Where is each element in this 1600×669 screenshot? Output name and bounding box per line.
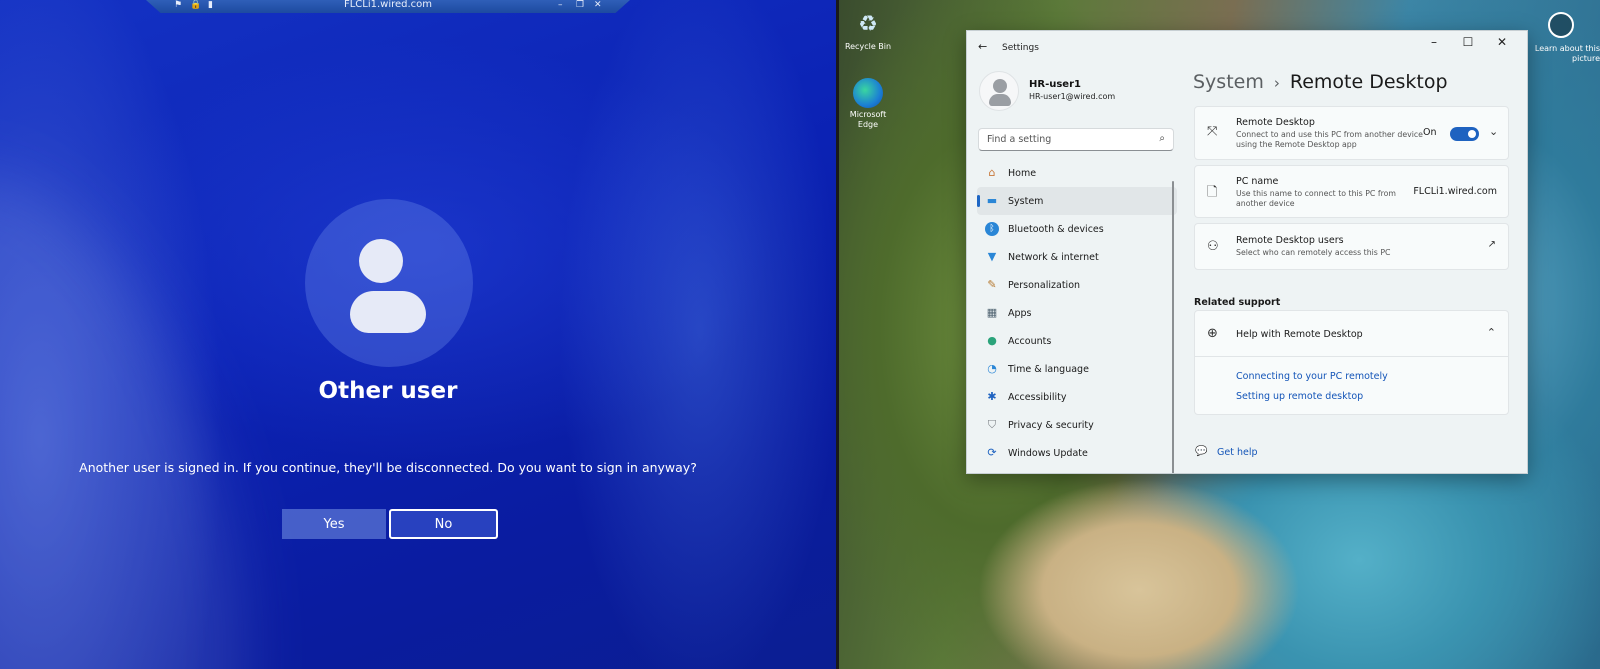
sidebar-item-label: Home xyxy=(1008,167,1037,179)
settings-window: ← Settings – ☐ ✕ HR-user1 HR-user1@wired… xyxy=(966,30,1528,474)
avatar-head xyxy=(359,239,403,283)
get-help-link[interactable]: Get help xyxy=(1217,447,1258,458)
back-arrow-icon[interactable]: ← xyxy=(978,40,987,53)
update-icon: ⟳ xyxy=(987,446,997,459)
help-link-connecting[interactable]: Connecting to your PC remotely xyxy=(1236,371,1388,382)
search-placeholder: Find a setting xyxy=(987,134,1052,145)
sidebar-item-personalization[interactable]: ✎ Personalization xyxy=(977,271,1177,299)
breadcrumb-parent[interactable]: System xyxy=(1193,71,1264,93)
globe-icon: ⊕ xyxy=(1207,326,1218,341)
sidebar-item-label: Accounts xyxy=(1008,335,1052,347)
sidebar-item-windows-update[interactable]: ⟳ Windows Update xyxy=(977,439,1177,467)
remote-desktop-users-card[interactable]: ⚇ Remote Desktop users Select who can re… xyxy=(1194,223,1509,270)
sidebar-item-system[interactable]: ▬ System xyxy=(977,187,1177,215)
rd-users-title: Remote Desktop users xyxy=(1236,235,1344,246)
remote-desktop-card[interactable]: ⤧ Remote Desktop Connect to and use this… xyxy=(1194,106,1509,160)
get-help-icon: 💬 xyxy=(1195,446,1208,457)
accessibility-icon: ✱ xyxy=(987,390,997,403)
rd-users-description: Select who can remotely access this PC xyxy=(1236,248,1391,257)
pc-name-description: Use this name to connect to this PC from… xyxy=(1236,189,1396,208)
chevron-right-icon: › xyxy=(1273,74,1280,92)
maximize-icon[interactable]: ☐ xyxy=(1453,35,1483,49)
related-support-heading: Related support xyxy=(1194,297,1281,308)
desktop-icon-edge[interactable]: Microsoft Edge xyxy=(843,78,893,130)
document-icon: 🗋 xyxy=(1207,185,1218,200)
sidebar-item-accounts[interactable]: ● Accounts xyxy=(977,327,1177,355)
other-user-heading: Other user xyxy=(318,378,458,404)
avatar xyxy=(979,71,1019,111)
remote-desktop-description: Connect to and use this PC from another … xyxy=(1236,130,1423,149)
home-icon: ⌂ xyxy=(988,166,996,179)
wifi-icon: ▼ xyxy=(987,250,997,263)
accounts-icon: ● xyxy=(987,334,997,347)
sidebar-item-label: Time & language xyxy=(1008,363,1089,375)
signed-in-warning: Another user is signed in. If you contin… xyxy=(79,460,697,475)
sidebar-item-privacy[interactable]: ⛉ Privacy & security xyxy=(977,411,1177,439)
brush-icon: ✎ xyxy=(987,278,997,291)
sidebar-item-label: Windows Update xyxy=(1008,447,1088,459)
avatar-body xyxy=(350,291,426,333)
bluetooth-icon: ᛒ xyxy=(985,222,999,236)
rdp-connection-bar[interactable]: ⚑ 🔒 ▮ FLCLi1.wired.com – ❐ ✕ xyxy=(146,0,630,13)
sidebar-item-accessibility[interactable]: ✱ Accessibility xyxy=(977,383,1177,411)
globe-clock-icon: ◔ xyxy=(987,362,997,375)
desktop-icon-recycle-bin[interactable]: ♻ Recycle Bin xyxy=(843,10,893,52)
remote-desktop-icon: ⤧ xyxy=(1207,124,1218,139)
no-button[interactable]: No xyxy=(389,509,498,539)
page-title: Remote Desktop xyxy=(1289,71,1448,93)
chevron-down-icon[interactable]: ⌄ xyxy=(1489,125,1498,138)
sidebar-item-label: Network & internet xyxy=(1008,251,1099,263)
title-bar: ← Settings – ☐ ✕ xyxy=(967,31,1527,63)
learn-about-picture[interactable]: Learn about this picture xyxy=(1530,44,1600,64)
window-title: Settings xyxy=(1002,43,1039,53)
sidebar-scrollbar[interactable] xyxy=(1172,181,1174,473)
minimize-icon[interactable]: – xyxy=(558,0,563,10)
remote-session-screen: ⚑ 🔒 ▮ FLCLi1.wired.com – ❐ ✕ Other user … xyxy=(0,0,836,669)
shield-icon: ⛉ xyxy=(987,418,997,431)
sidebar-item-label: Bluetooth & devices xyxy=(1008,223,1104,235)
sidebar-item-apps[interactable]: ▦ Apps xyxy=(977,299,1177,327)
restore-icon[interactable]: ❐ xyxy=(576,0,584,10)
toggle-knob xyxy=(1468,130,1476,138)
user-name: HR-user1 xyxy=(1029,79,1081,90)
help-title: Help with Remote Desktop xyxy=(1236,329,1363,340)
sidebar-item-network[interactable]: ▼ Network & internet xyxy=(977,243,1177,271)
sidebar-item-time-language[interactable]: ◔ Time & language xyxy=(977,355,1177,383)
breadcrumb: System › Remote Desktop xyxy=(1193,71,1448,93)
minimize-icon[interactable]: – xyxy=(1419,35,1449,49)
toggle-state-label: On xyxy=(1423,127,1437,138)
user-avatar xyxy=(305,199,473,367)
search-icon: ⌕ xyxy=(1159,133,1165,144)
spotlight-icon[interactable] xyxy=(1548,12,1574,38)
help-link-setting-up[interactable]: Setting up remote desktop xyxy=(1236,391,1363,402)
user-check-icon: ⚇ xyxy=(1207,239,1219,254)
close-icon[interactable]: ✕ xyxy=(594,0,602,10)
sidebar-item-home[interactable]: ⌂ Home xyxy=(977,159,1177,187)
sidebar-nav: ⌂ Home ▬ System ᛒ Bluetooth & devices ▼ … xyxy=(977,159,1177,467)
recycle-bin-icon: ♻ xyxy=(858,12,878,37)
apps-icon: ▦ xyxy=(986,306,998,319)
system-icon: ▬ xyxy=(986,194,998,207)
user-email: HR-user1@wired.com xyxy=(1029,92,1116,101)
yes-button[interactable]: Yes xyxy=(282,509,386,539)
sidebar-item-label: System xyxy=(1008,195,1044,207)
pc-name-title: PC name xyxy=(1236,176,1279,187)
sidebar-item-label: Accessibility xyxy=(1008,391,1067,403)
search-input[interactable]: Find a setting ⌕ xyxy=(978,128,1174,151)
remote-desktop-title: Remote Desktop xyxy=(1236,117,1315,128)
remote-desktop-toggle[interactable] xyxy=(1450,127,1479,141)
desktop-icon-label: Recycle Bin xyxy=(844,42,892,51)
chevron-up-icon[interactable]: ⌃ xyxy=(1487,326,1496,339)
sidebar-item-label: Personalization xyxy=(1008,279,1081,291)
desktop-icon-label: Microsoft Edge xyxy=(849,110,887,129)
pc-name-card: 🗋 PC name Use this name to connect to th… xyxy=(1194,165,1509,218)
sidebar-item-label: Privacy & security xyxy=(1008,419,1094,431)
close-icon[interactable]: ✕ xyxy=(1487,35,1517,49)
pc-name-value: FLCLi1.wired.com xyxy=(1413,186,1497,197)
edge-icon xyxy=(853,78,883,108)
sidebar-item-bluetooth[interactable]: ᛒ Bluetooth & devices xyxy=(977,215,1177,243)
sidebar-item-label: Apps xyxy=(1008,307,1032,319)
open-external-icon: ↗ xyxy=(1487,239,1496,250)
help-header[interactable]: ⊕ Help with Remote Desktop ⌃ xyxy=(1195,311,1508,357)
